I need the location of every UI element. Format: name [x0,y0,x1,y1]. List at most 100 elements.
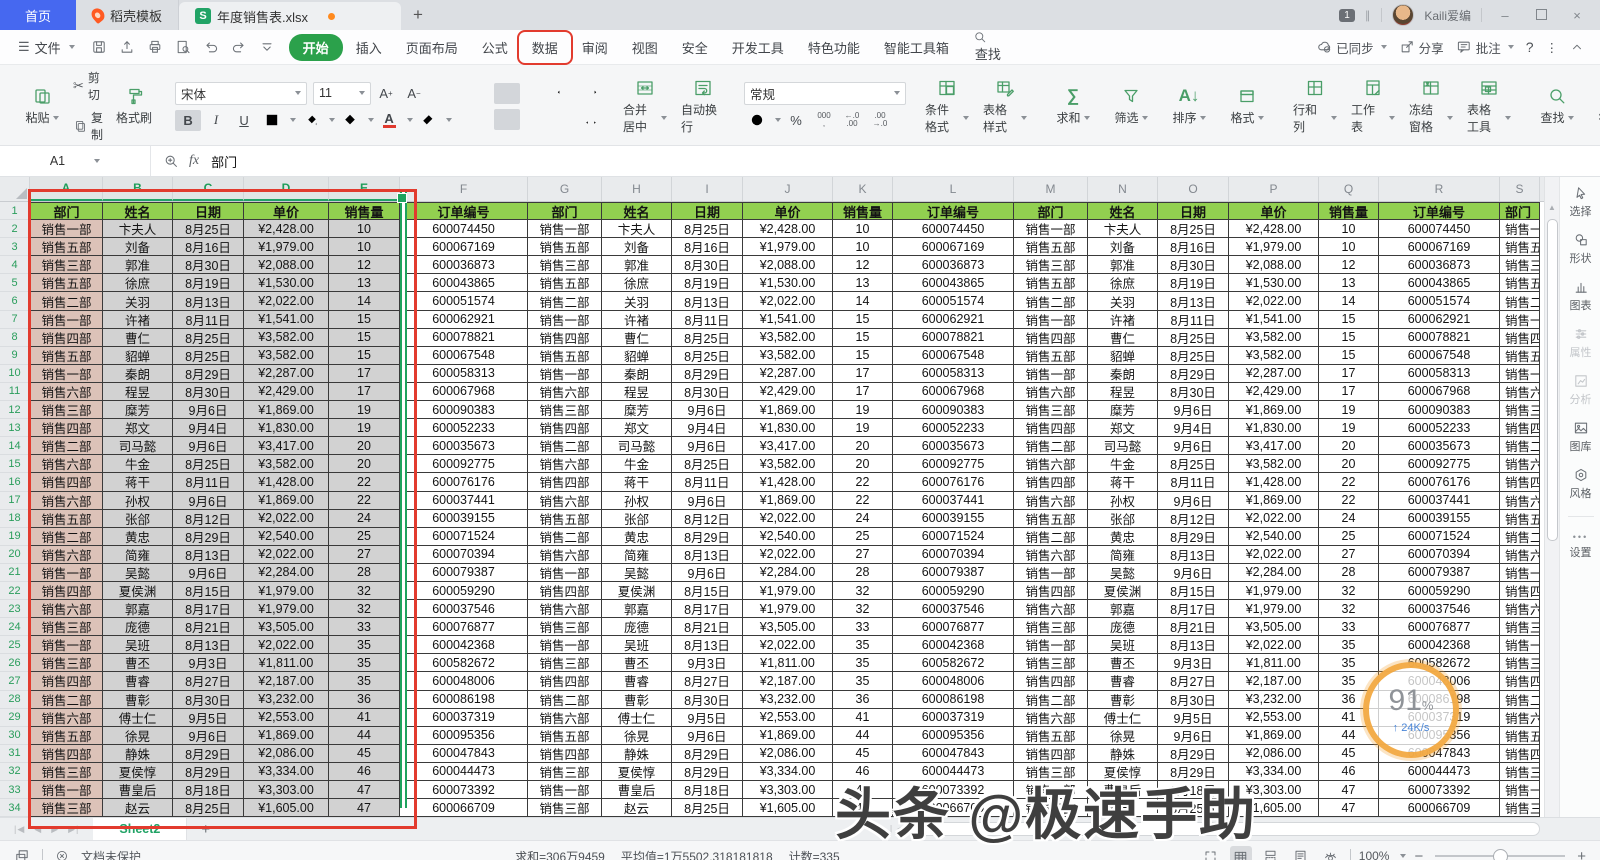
grid-cell[interactable]: 8月13日 [173,545,244,564]
grid-cell[interactable]: 25 [833,527,893,546]
copy-button[interactable]: 复制 [73,109,103,143]
grid-cell[interactable]: ¥2,086.00 [1229,744,1319,763]
row-number[interactable]: 5 [0,274,30,293]
grid-cell[interactable]: 销售四部 [1014,419,1088,438]
grid-cell[interactable]: 销售六部 [1014,491,1088,510]
grid-cell[interactable]: 许褚 [103,310,173,329]
grid-cell[interactable]: 600067548 [1379,346,1500,365]
grid-cell[interactable]: ¥3,505.00 [244,618,329,637]
grid-cell[interactable]: 销售五部 [30,274,103,293]
grid-cell[interactable]: 600079387 [893,563,1014,582]
grid-cell[interactable]: 销售四部 [528,328,602,347]
grid-cell[interactable]: 徐庶 [1088,274,1158,293]
grid-cell[interactable]: 13 [1319,274,1379,293]
grid-cell[interactable]: 600052233 [400,419,528,438]
grid-cell[interactable]: 销售三部 [1500,401,1540,420]
grid-cell[interactable]: 8月30日 [672,256,743,275]
row-number[interactable]: 21 [0,563,30,582]
grid-cell[interactable]: 9月4日 [1158,419,1229,438]
grid-cell[interactable]: 程昱 [602,382,672,402]
grid-cell[interactable]: 600095356 [893,726,1014,745]
sheet-tab-active[interactable]: Sheet2 [93,818,188,840]
grid-cell[interactable]: 徐晃 [602,726,672,745]
grid-cell[interactable]: 20 [329,437,400,456]
grid-cell[interactable]: ¥2,187.00 [743,672,833,691]
row-number[interactable]: 2 [0,220,30,239]
grid-cell[interactable]: ¥1,541.00 [743,310,833,329]
grid-cell[interactable]: 销售六部 [1500,382,1540,402]
grid-cell[interactable]: 17 [1319,382,1379,402]
grid-cell[interactable]: 黄忠 [602,527,672,546]
grid-cell[interactable]: 19 [833,419,893,438]
collapse-ribbon-icon[interactable] [1570,40,1584,54]
grid-cell[interactable]: 600059290 [893,581,1014,601]
grid-cell[interactable]: 曹仁 [602,328,672,347]
grid-cell[interactable]: ¥1,811.00 [743,654,833,673]
grid-cell[interactable]: 曹丕 [1088,654,1158,673]
overflow-menu-icon[interactable]: ⋮ [1546,40,1559,55]
increase-indent-button ic[interactable] [578,83,604,104]
grid-cell[interactable]: ¥3,334.00 [743,762,833,781]
row-number[interactable]: 22 [0,581,30,601]
grid-cell[interactable]: 45 [329,744,400,763]
increase-font-button[interactable]: A + [373,83,399,104]
grid-cell[interactable]: ¥3,232.00 [743,690,833,709]
grid-cell[interactable]: 8月29日 [1158,744,1229,763]
grid-cell[interactable]: 黄忠 [103,527,173,546]
grid-cell[interactable]: ¥3,582.00 [244,346,329,365]
grid-cell[interactable]: 销售六部 [1014,708,1088,727]
header-cell[interactable]: 姓名 [1088,202,1158,221]
grid-cell[interactable]: ¥2,022.00 [743,636,833,655]
grid-cell[interactable]: ¥2,022.00 [244,545,329,564]
grid-cell[interactable]: 600079387 [1379,563,1500,582]
grid-cell[interactable]: 600073392 [1379,781,1500,800]
grid-cell[interactable]: 35 [329,672,400,691]
grid-cell[interactable]: 22 [833,491,893,510]
row-number[interactable]: 14 [0,437,30,456]
grid-cell[interactable]: 45 [1319,744,1379,763]
grid-cell[interactable]: 24 [1319,509,1379,528]
tab-document[interactable]: S 年度销售表.xlsx [179,2,402,30]
grid-cell[interactable]: 8月30日 [1158,382,1229,402]
grid-cell[interactable]: 销售三部 [1500,799,1540,817]
panel-item-6[interactable]: 图库 [1570,420,1592,454]
grid-cell[interactable]: 17 [833,364,893,383]
grid-cell[interactable]: 销售三部 [528,799,602,817]
row-number[interactable]: 6 [0,292,30,311]
grid-cell[interactable]: 销售三部 [30,654,103,673]
menu-item-10[interactable]: 特色功能 [797,34,871,61]
grid-cell[interactable]: ¥1,530.00 [244,274,329,293]
grid-cell[interactable]: 糜芳 [602,401,672,420]
grid-cell[interactable]: ¥1,541.00 [1229,310,1319,329]
grid-cell[interactable]: 销售四部 [30,672,103,691]
grid-cell[interactable]: 600067169 [400,238,528,257]
grid-cell[interactable]: 8月17日 [672,600,743,619]
grid-cell[interactable]: ¥2,022.00 [1229,545,1319,564]
grid-cell[interactable]: 曹睿 [602,672,672,691]
grid-cell[interactable]: 9月6日 [1158,401,1229,420]
row-number[interactable]: 25 [0,636,30,655]
minimize-button[interactable]: – [1492,8,1518,23]
menu-item-8[interactable]: 安全 [671,34,719,61]
grid-cell[interactable]: 9月3日 [672,654,743,673]
grid-cell[interactable]: 8月25日 [1158,455,1229,474]
grid-cell[interactable]: 销售六部 [30,600,103,619]
grid-cell[interactable]: 夏侯渊 [1088,581,1158,601]
grid-cell[interactable]: 35 [329,636,400,655]
grid-cell[interactable]: 8月15日 [173,581,244,601]
grid-cell[interactable]: 销售一部 [1500,220,1540,239]
grid-cell[interactable]: 8月21日 [173,618,244,637]
grid-cell[interactable]: 14 [1319,292,1379,311]
grid-cell[interactable]: ¥1,605.00 [743,799,833,817]
grid-cell[interactable]: 庞德 [1088,618,1158,637]
grid-cell[interactable]: 8月29日 [1158,527,1229,546]
grid-cell[interactable]: 8月13日 [173,292,244,311]
grid-cell[interactable]: 600051574 [893,292,1014,311]
grid-cell[interactable]: 35 [833,672,893,691]
grid-cell[interactable]: 销售六部 [30,455,103,474]
grid-cell[interactable]: 傅士仁 [602,708,672,727]
notification-badge[interactable]: 1 [1339,8,1355,22]
grid-cell[interactable]: 销售六部 [528,545,602,564]
grid-cell[interactable]: 600062921 [400,310,528,329]
grid-cell[interactable]: 15 [833,328,893,347]
